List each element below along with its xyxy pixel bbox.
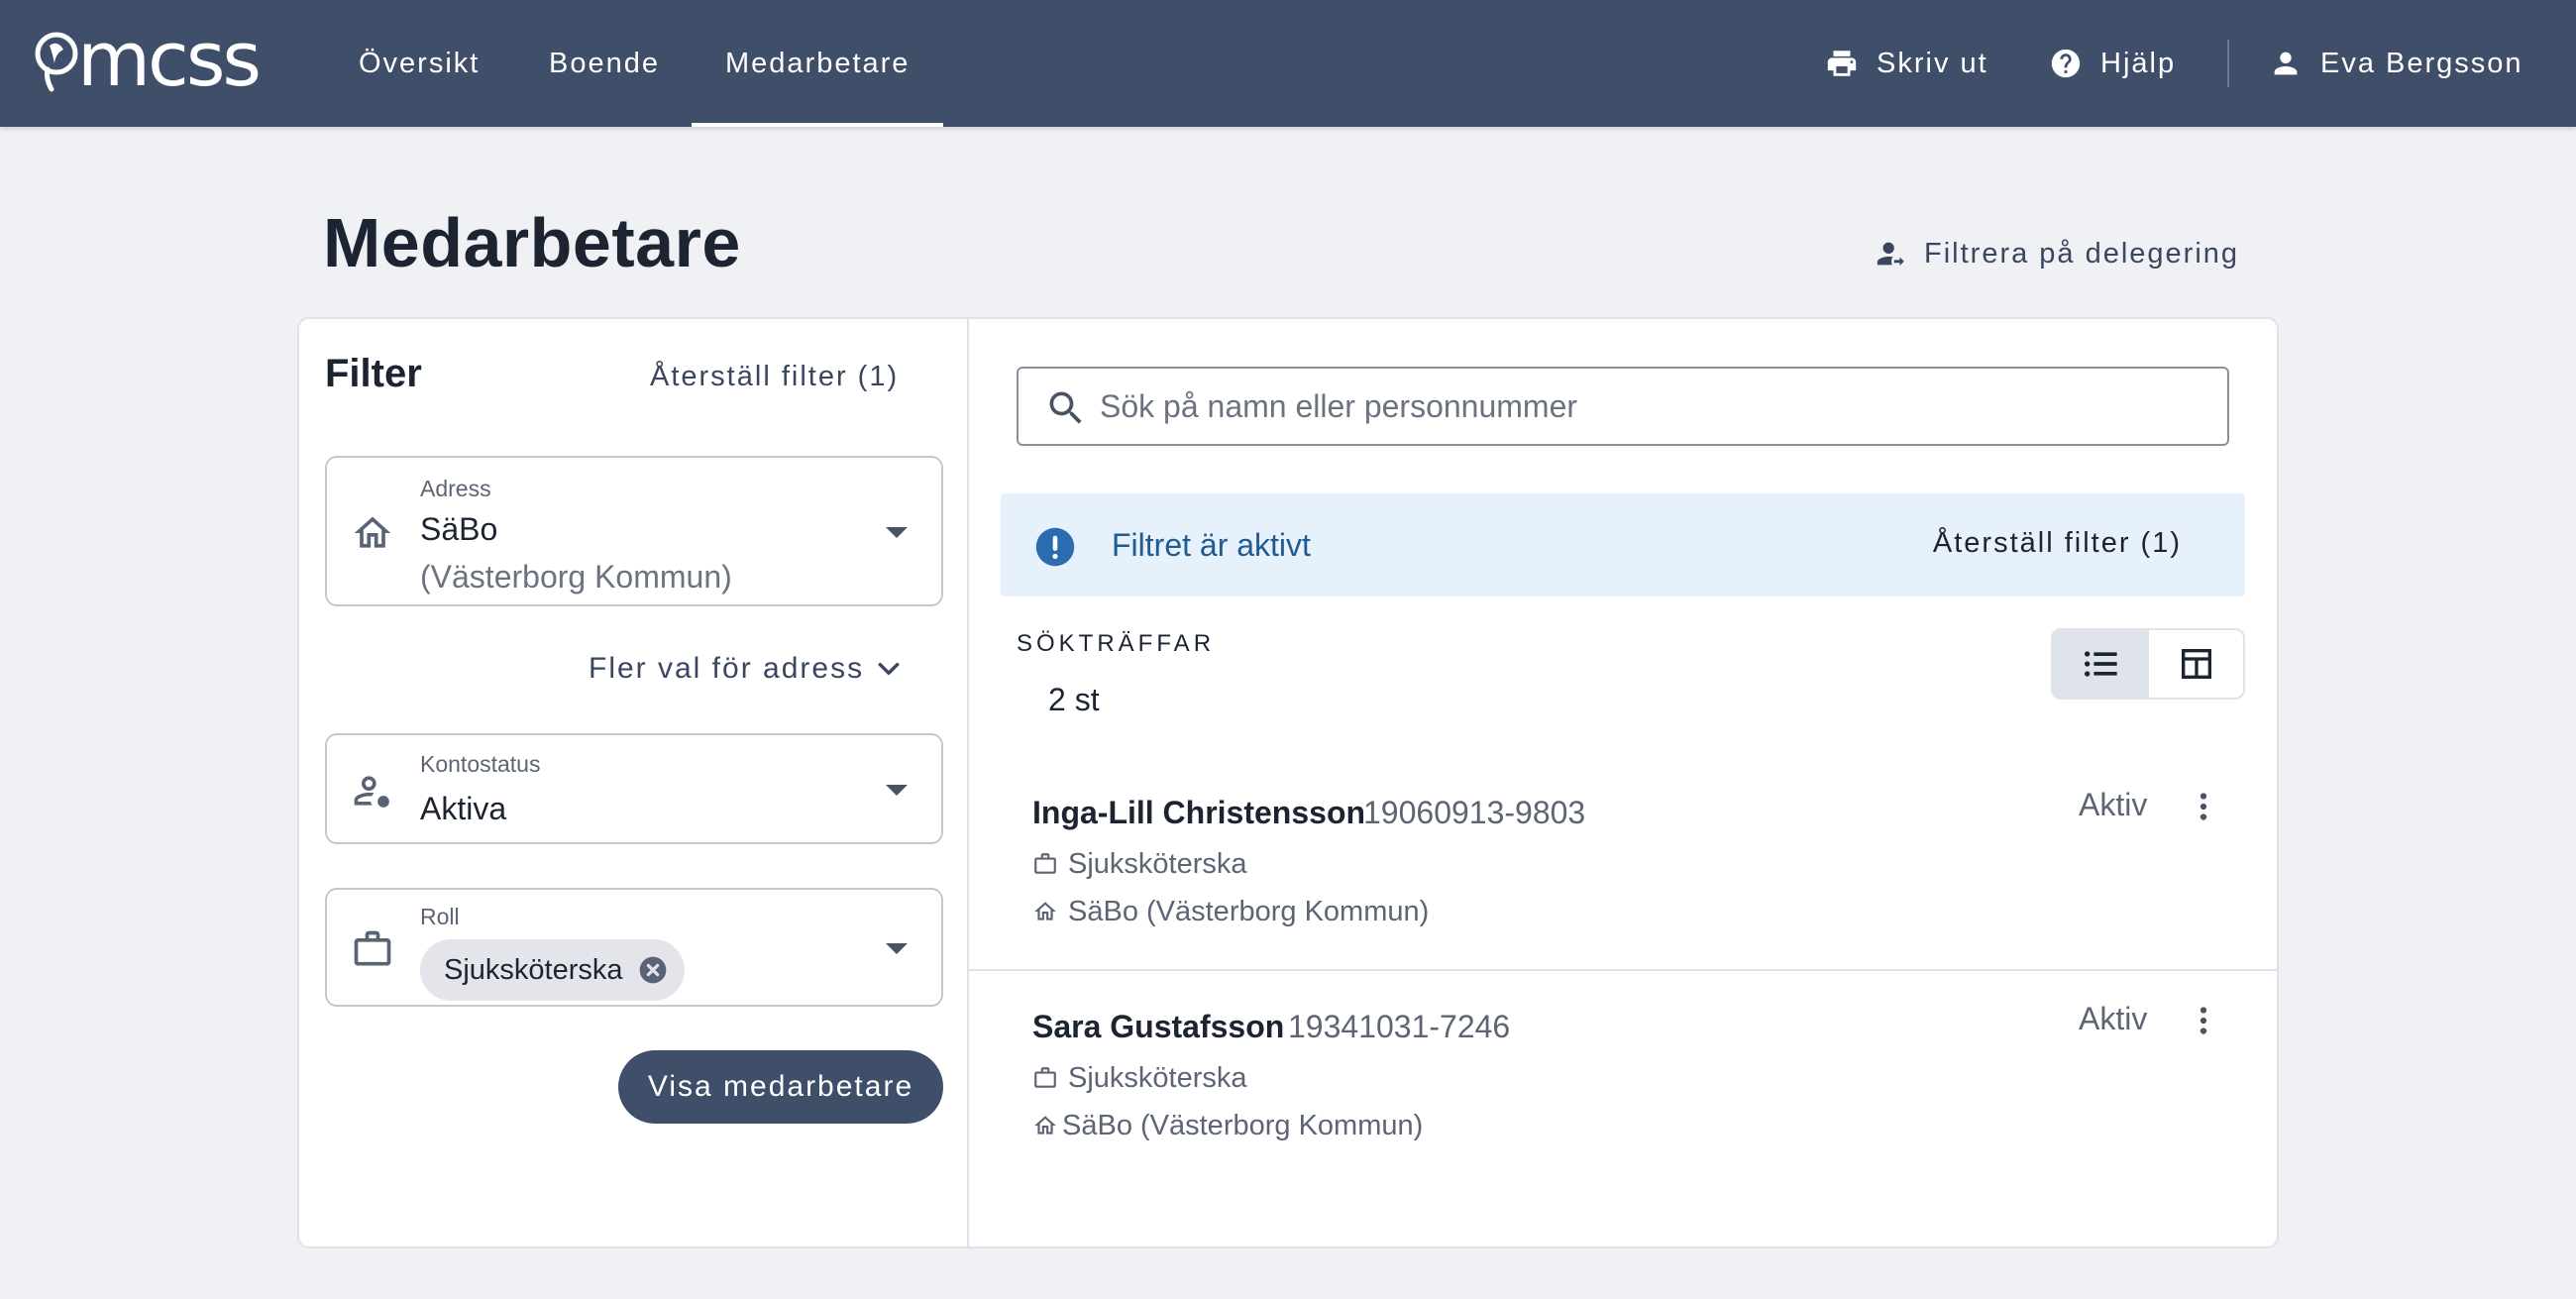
address-select[interactable]: Adress SäBo (Västerborg Kommun) [325, 456, 943, 606]
print-label: Skriv ut [1877, 47, 1988, 79]
more-address-label: Fler val för adress [589, 652, 865, 685]
logo-text: mcss [77, 15, 262, 103]
help-button[interactable]: Hjälp [2049, 0, 2176, 127]
role-chip: Sjuksköterska [420, 939, 685, 1001]
print-button[interactable]: Skriv ut [1825, 0, 1988, 127]
address-label: Adress [420, 476, 491, 501]
hits-label: SÖKTRÄFFAR [1017, 630, 1216, 657]
account-status-label: Kontostatus [420, 751, 541, 777]
home-icon [1034, 902, 1056, 920]
address-value: SäBo [420, 511, 498, 547]
column-divider [967, 319, 969, 1246]
more-address-options-button[interactable]: Fler val för adress [589, 649, 902, 689]
nav-item-boende[interactable]: Boende [549, 0, 660, 127]
caret-down-icon [886, 785, 908, 796]
result-address-label: SäBo (Västerborg Kommun) [1068, 895, 1430, 927]
nav-item-oversikt[interactable]: Översikt [359, 0, 480, 127]
result-role: Sjuksköterska [1032, 1060, 1247, 1096]
nav-item-label: Boende [549, 47, 660, 79]
result-divider [969, 969, 2277, 971]
caret-down-icon [886, 943, 908, 954]
filter-delegation-button[interactable]: Filtrera på delegering [1875, 232, 2239, 275]
page-title: Medarbetare [323, 204, 741, 281]
chevron-down-icon [878, 662, 900, 676]
more-vertical-icon[interactable] [2186, 1001, 2221, 1040]
user-menu-button[interactable]: Eva Bergsson [2269, 0, 2523, 127]
remove-chip-icon[interactable] [637, 954, 669, 986]
result-role: Sjuksköterska [1032, 846, 1247, 882]
briefcase-icon [1034, 853, 1056, 874]
alert-reset-filter-link[interactable]: Återställ filter (1) [1933, 527, 2182, 560]
person-status-icon [351, 769, 394, 812]
search-input[interactable] [1100, 379, 2209, 434]
briefcase-icon [1034, 1067, 1056, 1088]
caret-down-icon [886, 527, 908, 538]
result-address: SäBo (Västerborg Kommun) [1032, 894, 1429, 929]
home-icon [351, 511, 394, 555]
result-name[interactable]: Sara Gustafsson [1032, 1009, 1284, 1045]
filter-heading: Filter [325, 352, 422, 395]
logo-mark-icon [35, 32, 78, 92]
briefcase-icon [351, 927, 394, 971]
top-navigation-bar: mcss Översikt Boende Medarbetare Skriv u… [0, 0, 2576, 127]
account-status-value: Aktiva [420, 791, 507, 826]
result-personnummer: 19341031-7246 [1288, 1009, 1511, 1044]
result-name[interactable]: Inga-Lill Christensson [1032, 795, 1365, 831]
show-employees-button[interactable]: Visa medarbetare [618, 1050, 943, 1124]
result-address-label: SäBo (Västerborg Kommun) [1062, 1109, 1424, 1141]
table-view-button[interactable] [2147, 630, 2243, 698]
person-icon [2274, 52, 2298, 75]
person-arrow-icon [1877, 242, 1904, 267]
account-status-select[interactable]: Kontostatus Aktiva [325, 733, 943, 844]
nav-item-medarbetare[interactable]: Medarbetare [691, 0, 944, 127]
result-role-label: Sjuksköterska [1068, 1061, 1247, 1094]
table-icon [2181, 649, 2211, 679]
filter-active-alert: Filtret är aktivt Återställ filter (1) [1001, 493, 2245, 596]
help-label: Hjälp [2100, 47, 2177, 79]
search-field[interactable] [1017, 367, 2229, 446]
alert-info-icon [1035, 527, 1075, 567]
result-role-label: Sjuksköterska [1068, 847, 1247, 880]
nav-item-label: Medarbetare [725, 47, 911, 79]
address-value-sub: (Västerborg Kommun) [420, 559, 732, 595]
list-view-button[interactable] [2053, 630, 2147, 698]
printer-icon [1827, 51, 1857, 76]
role-select[interactable]: Roll Sjuksköterska [325, 888, 943, 1007]
role-chip-label: Sjuksköterska [444, 953, 623, 986]
search-icon [1049, 391, 1082, 424]
more-vertical-icon[interactable] [2186, 787, 2221, 826]
list-icon [2084, 651, 2117, 677]
result-status: Aktiv [2079, 787, 2148, 822]
result-personnummer: 19060913-9803 [1363, 795, 1586, 830]
home-icon [1034, 1116, 1056, 1135]
hits-count: 2 st [1048, 682, 1100, 717]
filter-delegation-label: Filtrera på delegering [1924, 237, 2240, 270]
nav-item-label: Översikt [359, 47, 481, 79]
result-address: SäBo (Västerborg Kommun) [1032, 1108, 1423, 1143]
view-mode-toggle [2051, 628, 2245, 700]
reset-filter-link[interactable]: Återställ filter (1) [650, 361, 899, 393]
result-status: Aktiv [2079, 1001, 2148, 1036]
user-name: Eva Bergsson [2320, 47, 2523, 79]
header-divider [2227, 40, 2229, 87]
help-circle-icon [2051, 49, 2081, 78]
alert-text: Filtret är aktivt [1112, 527, 1311, 563]
mcss-logo[interactable]: mcss [34, 22, 262, 97]
role-label: Roll [420, 904, 460, 929]
